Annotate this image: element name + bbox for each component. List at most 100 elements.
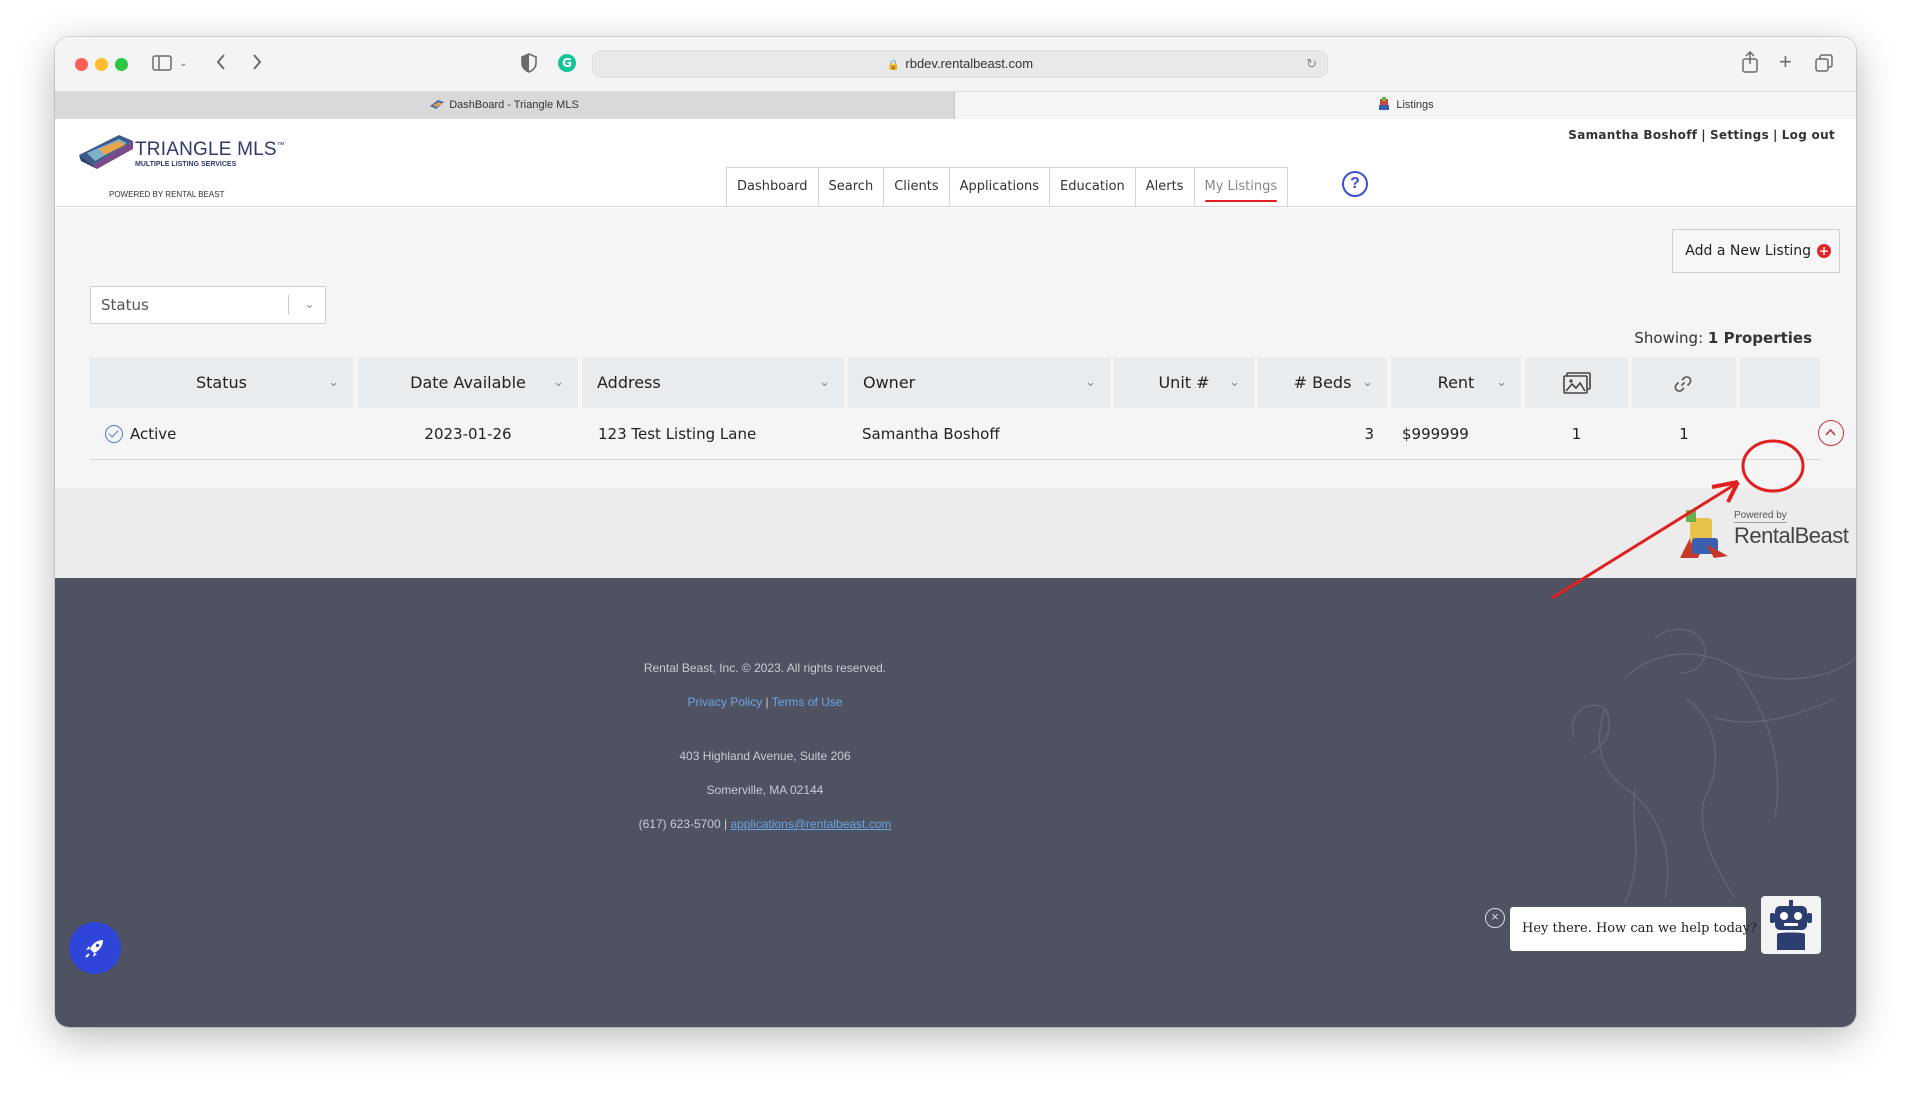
email-link[interactable]: applications@rentalbeast.com [730,817,891,831]
lock-icon: 🔒 [886,60,900,71]
table-row[interactable]: Active 2023-01-26 123 Test Listing Lane … [90,408,1844,460]
column-header-rent[interactable]: Rent ⌄ [1391,358,1521,408]
nav-my-listings[interactable]: My Listings [1193,167,1289,207]
footer-copyright: Rental Beast, Inc. © 2023. All rights re… [643,661,887,675]
rocket-launcher-button[interactable] [69,922,121,974]
row-unit [1114,408,1254,460]
share-icon[interactable] [1742,50,1758,76]
browser-window: ⌄ G 🔒 rbdev.rentalbeast.com ↻ + DashBoard… [55,37,1856,1027]
row-photos-count: 1 [1571,425,1582,443]
chevron-down-icon: ⌄ [1362,375,1373,390]
tab-overview-icon[interactable] [1815,54,1833,75]
nav-applications[interactable]: Applications [948,167,1050,207]
select-divider [288,295,289,315]
sidebar-toggle-icon[interactable] [152,55,172,74]
status-filter-select[interactable]: Status ⌄ [90,286,326,324]
logo-subtitle: MULTIPLE LISTING SERVICES [135,161,237,168]
reload-icon[interactable]: ↻ [1306,51,1317,77]
link-icon [1674,376,1692,392]
chatbot-avatar[interactable] [1761,896,1821,954]
powered-by-band: Powered by RentalBeast [55,488,1856,578]
footer-legal-links: Privacy Policy | Terms of Use [55,695,1475,709]
user-name-link[interactable]: Samantha Boshoff [1568,128,1697,142]
add-new-listing-button[interactable]: Add a New Listing + [1672,229,1840,273]
column-header-links[interactable] [1632,358,1736,408]
zoom-window-button[interactable] [115,58,128,71]
user-links: Samantha Boshoff | Settings | Log out [1568,128,1835,142]
listings-table: Status ⌄ Date Available ⌄ Address ⌄ Owner ⌄ … [90,358,1844,460]
row-status: Active [105,408,176,460]
row-address[interactable]: 123 Test Listing Lane [598,408,756,460]
superhero-sketch-illustration [1571,628,1855,904]
tab-dashboard[interactable]: DashBoard - Triangle MLS [55,92,955,119]
svg-text:G: G [562,56,572,70]
rental-beast-logo[interactable]: Powered by RentalBeast [1676,510,1849,560]
triangle-mls-logo-icon [79,135,133,169]
tab-bar: DashBoard - Triangle MLS Listings [55,91,1856,119]
minimize-window-button[interactable] [95,58,108,71]
nav-search[interactable]: Search [817,167,884,207]
address-bar[interactable]: 🔒 rbdev.rentalbeast.com ↻ [592,50,1328,78]
chevron-down-icon: ⌄ [553,375,564,390]
separator: | [1701,128,1706,142]
collapse-row-button[interactable] [1818,420,1844,446]
logo-title: TRIANGLE MLS™ [135,139,285,160]
back-icon[interactable] [215,52,227,75]
showing-value: 1 Properties [1707,329,1812,347]
column-header-unit[interactable]: Unit # ⌄ [1114,358,1254,408]
check-circle-icon [105,425,123,443]
grammarly-extension-icon[interactable]: G [557,53,577,76]
column-header-beds[interactable]: # Beds ⌄ [1258,358,1387,408]
chat-greeting-bubble[interactable]: Hey there. How can we help today? [1510,907,1757,951]
terms-of-use-link[interactable]: Terms of Use [772,695,843,709]
chevron-down-icon: ⌄ [328,375,339,390]
chevron-down-icon[interactable]: ⌄ [179,55,187,73]
chevron-down-icon: ⌄ [1229,375,1240,390]
triangle-mls-favicon-icon [430,100,445,109]
settings-link[interactable]: Settings [1710,128,1769,142]
nav-dashboard[interactable]: Dashboard [726,167,818,207]
help-icon[interactable]: ? [1342,171,1368,197]
nav-education[interactable]: Education [1049,167,1135,207]
column-header-address[interactable]: Address ⌄ [582,358,844,408]
column-header-date-available[interactable]: Date Available ⌄ [358,358,578,408]
tab-label: DashBoard - Triangle MLS [449,99,579,111]
tab-listings[interactable]: Listings [955,92,1856,119]
chevron-down-icon: ⌄ [1085,375,1096,390]
privacy-shield-icon[interactable] [521,53,537,76]
url-text: rbdev.rentalbeast.com [905,56,1034,71]
site-header: TRIANGLE MLS™ MULTIPLE LISTING SERVICES … [55,119,1856,207]
row-owner: Samantha Boshoff [862,425,1000,443]
rocket-icon [85,940,103,958]
close-window-button[interactable] [75,58,88,71]
powered-by-label: Powered by [1734,510,1787,523]
column-header-photos[interactable] [1525,358,1628,408]
column-header-status[interactable]: Status ⌄ [90,358,353,408]
main-nav: Dashboard Search Clients Applications Ed… [726,167,1289,207]
rental-beast-mascot-icon [1680,510,1728,558]
column-header-owner[interactable]: Owner ⌄ [848,358,1110,408]
nav-alerts[interactable]: Alerts [1134,167,1194,207]
logout-link[interactable]: Log out [1782,128,1835,142]
row-beds: 3 [1364,425,1374,443]
site-footer: Rental Beast, Inc. © 2023. All rights re… [55,578,1856,1027]
chevron-down-icon: ⌄ [304,297,315,312]
add-listing-label: Add a New Listing [1685,243,1811,259]
page: TRIANGLE MLS™ MULTIPLE LISTING SERVICES … [55,119,1856,1027]
separator: | [1773,128,1778,142]
chevron-down-icon: ⌄ [1496,375,1507,390]
new-tab-icon[interactable]: + [1779,51,1792,73]
footer-address-line1: 403 Highland Avenue, Suite 206 [679,749,851,763]
column-header-actions [1740,358,1820,408]
chat-close-icon[interactable]: × [1485,908,1505,928]
rental-beast-favicon-icon [1379,97,1390,110]
footer-phone: (617) 623-5700 | [638,817,728,831]
nav-clients[interactable]: Clients [883,167,949,207]
chevron-up-icon [1825,428,1836,436]
privacy-policy-link[interactable]: Privacy Policy [688,695,763,709]
triangle-mls-logo[interactable]: TRIANGLE MLS™ MULTIPLE LISTING SERVICES … [79,135,285,199]
forward-icon[interactable] [251,52,263,75]
rental-beast-brand: RentalBeast [1734,523,1849,548]
listings-content: Add a New Listing + Status ⌄ Showing: 1 … [55,208,1856,488]
separator: | [765,695,769,709]
